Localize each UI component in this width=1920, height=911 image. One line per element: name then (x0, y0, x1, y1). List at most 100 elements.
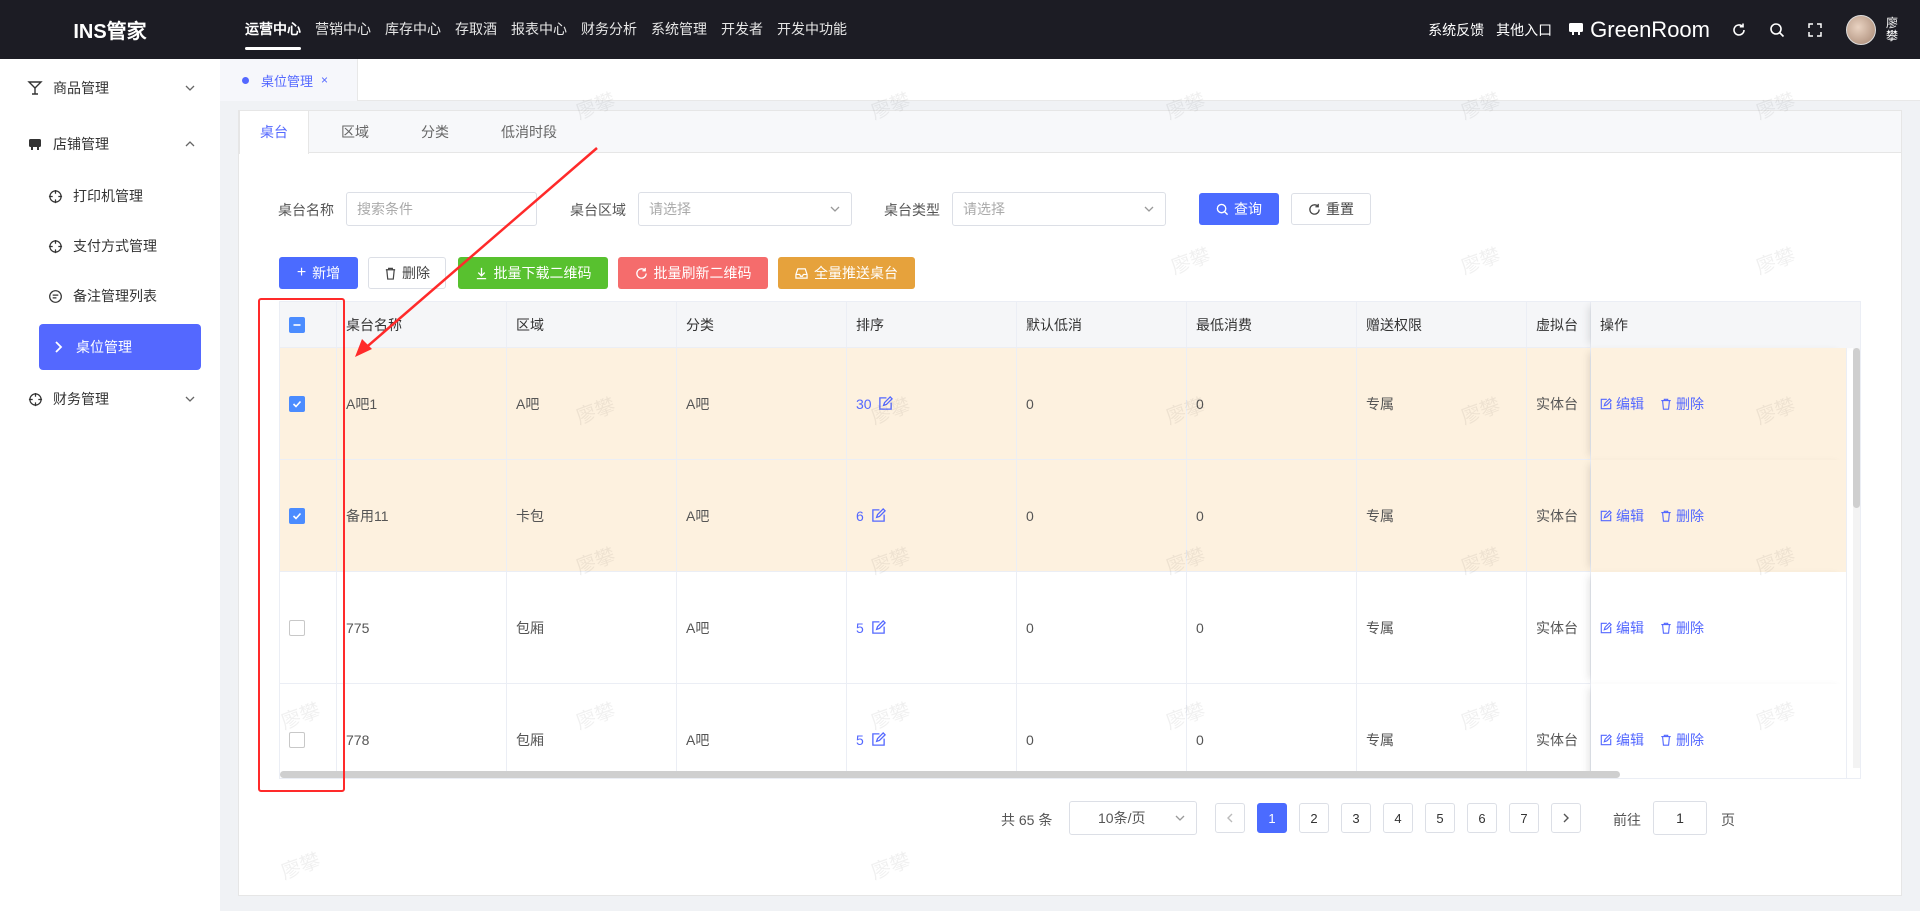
sidebar-item-finance[interactable]: 财务管理 (0, 374, 220, 424)
batch-refresh-qr-button[interactable]: 批量刷新二维码 (618, 257, 768, 289)
col-header-area: 区域 (507, 302, 677, 348)
page-button-4[interactable]: 4 (1383, 803, 1413, 833)
table-row[interactable]: 备用11 卡包 A吧 6 0 0 专属 实体台 编辑 删除 (280, 460, 1847, 572)
delete-row-button[interactable]: 删除 (1660, 396, 1704, 412)
sidebar-item-goods[interactable]: 商品管理 (0, 63, 220, 113)
tab-areas[interactable]: 区域 (321, 111, 389, 153)
table-header: 桌台名称 区域 分类 排序 默认低消 最低消费 赠送权限 虚拟台 操作 (280, 302, 1860, 348)
cell-sort[interactable]: 5 (847, 684, 1017, 778)
next-page-button[interactable] (1551, 803, 1581, 833)
delete-row-button[interactable]: 删除 (1660, 508, 1704, 524)
edit-label: 编辑 (1616, 396, 1644, 412)
page-button-3[interactable]: 3 (1341, 803, 1371, 833)
chevron-down-icon (829, 202, 841, 218)
edit-button[interactable]: 编辑 (1600, 620, 1644, 636)
cell-sort[interactable]: 5 (847, 572, 1017, 684)
batch-refresh-label: 批量刷新二维码 (653, 265, 752, 281)
page-size-select[interactable]: 10条/页 (1069, 801, 1197, 835)
page-button-6[interactable]: 6 (1467, 803, 1497, 833)
sidebar-item-shop[interactable]: 店铺管理 (0, 119, 220, 169)
cell-actions: 编辑 删除 (1591, 348, 1847, 460)
topnav-developer[interactable]: 开发者 (721, 0, 763, 59)
goto-page-input[interactable]: 1 (1653, 801, 1707, 835)
edit-button[interactable]: 编辑 (1600, 508, 1644, 524)
sidebar-item-payment[interactable]: 支付方式管理 (0, 221, 220, 271)
delete-label: 删除 (402, 265, 430, 281)
page-tab-tables[interactable]: 桌位管理 × (220, 59, 358, 101)
delete-button[interactable]: 删除 (368, 257, 446, 289)
edit-icon (1600, 398, 1612, 410)
batch-download-label: 批量下载二维码 (493, 265, 592, 281)
add-label: 新增 (312, 265, 341, 281)
tab-min-spend-periods[interactable]: 低消时段 (481, 111, 577, 153)
cell-min-spend: 0 (1187, 572, 1357, 684)
page-button-7[interactable]: 7 (1509, 803, 1539, 833)
sidebar-item-label: 店铺管理 (53, 136, 109, 152)
add-button[interactable]: + 新增 (279, 257, 358, 289)
table-row[interactable]: 775 包厢 A吧 5 0 0 专属 实体台 编辑 删除 (280, 572, 1847, 684)
page-button-1[interactable]: 1 (1257, 803, 1287, 833)
sidebar-item-printer[interactable]: 打印机管理 (0, 171, 220, 221)
edit-icon[interactable] (878, 396, 894, 411)
search-icon[interactable] (1766, 19, 1788, 41)
page-button-5[interactable]: 5 (1425, 803, 1455, 833)
edit-icon[interactable] (871, 732, 886, 747)
topnav-ops-center[interactable]: 运营中心 (245, 0, 301, 59)
other-entry-link[interactable]: 其他入口 (1496, 20, 1552, 40)
delete-row-button[interactable]: 删除 (1660, 620, 1704, 636)
reset-button[interactable]: 重置 (1291, 193, 1371, 225)
cell-gift: 专属 (1357, 460, 1527, 572)
table-name-input[interactable]: 搜索条件 (346, 192, 537, 226)
table-row[interactable]: A吧1 A吧 A吧 30 0 0 专属 实体台 编辑 删除 (280, 348, 1847, 460)
store-switcher[interactable]: GreenRoom (1568, 17, 1720, 43)
cell-sort[interactable]: 30 (847, 348, 1017, 460)
crosshair-icon (46, 187, 64, 205)
edit-icon[interactable] (871, 620, 886, 635)
table-area-select[interactable]: 请选择 (638, 192, 852, 226)
chevron-up-icon (184, 137, 198, 151)
push-all-tables-button[interactable]: 全量推送桌台 (778, 257, 915, 289)
table-type-select[interactable]: 请选择 (952, 192, 1166, 226)
cell-area: 包厢 (507, 684, 677, 778)
sidebar-item-label: 商品管理 (53, 80, 109, 96)
close-icon[interactable]: × (321, 73, 328, 87)
chevron-down-icon (1143, 202, 1155, 218)
horizontal-scrollbar[interactable] (280, 771, 1620, 778)
refresh-icon[interactable] (1728, 19, 1750, 41)
page-button-2[interactable]: 2 (1299, 803, 1329, 833)
topnav-wine-storage[interactable]: 存取酒 (455, 0, 497, 59)
edit-label: 编辑 (1616, 732, 1644, 748)
topnav-marketing[interactable]: 营销中心 (315, 0, 371, 59)
cell-default-min: 0 (1017, 348, 1187, 460)
cell-sort[interactable]: 6 (847, 460, 1017, 572)
user-avatar[interactable] (1846, 14, 1876, 45)
sidebar-item-tables[interactable]: 桌位管理 (39, 324, 201, 370)
tab-tables[interactable]: 桌台 (239, 111, 309, 154)
feedback-link[interactable]: 系统反馈 (1428, 20, 1484, 40)
vertical-scrollbar[interactable] (1853, 348, 1860, 508)
col-header-sort: 排序 (847, 302, 1017, 348)
col-header-actions: 操作 (1591, 302, 1860, 348)
fullscreen-icon[interactable] (1804, 19, 1826, 41)
table-type-placeholder: 请选择 (963, 201, 1005, 217)
batch-download-qr-button[interactable]: 批量下载二维码 (458, 257, 608, 289)
query-button[interactable]: 查询 (1199, 193, 1279, 225)
sidebar-item-label: 支付方式管理 (73, 238, 157, 254)
topnav-finance[interactable]: 财务分析 (581, 0, 637, 59)
edit-button[interactable]: 编辑 (1600, 732, 1644, 748)
prev-page-button[interactable] (1215, 803, 1245, 833)
sidebar-item-remarks[interactable]: 备注管理列表 (0, 271, 220, 321)
edit-icon[interactable] (871, 508, 886, 523)
table-row[interactable]: 778 包厢 A吧 5 0 0 专属 实体台 编辑 删除 (280, 684, 1847, 778)
sidebar-item-label: 财务管理 (53, 391, 109, 407)
tab-categories[interactable]: 分类 (401, 111, 469, 153)
edit-button[interactable]: 编辑 (1600, 396, 1644, 412)
delete-row-button[interactable]: 删除 (1660, 732, 1704, 748)
topnav-in-development[interactable]: 开发中功能 (777, 0, 847, 59)
topnav-system[interactable]: 系统管理 (651, 0, 707, 59)
topnav-inventory[interactable]: 库存中心 (385, 0, 441, 59)
user-name[interactable]: 廖攀 (1886, 16, 1904, 43)
brand-logo[interactable]: INS管家 (0, 0, 220, 59)
topnav-reports[interactable]: 报表中心 (511, 0, 567, 59)
download-icon (476, 267, 486, 279)
